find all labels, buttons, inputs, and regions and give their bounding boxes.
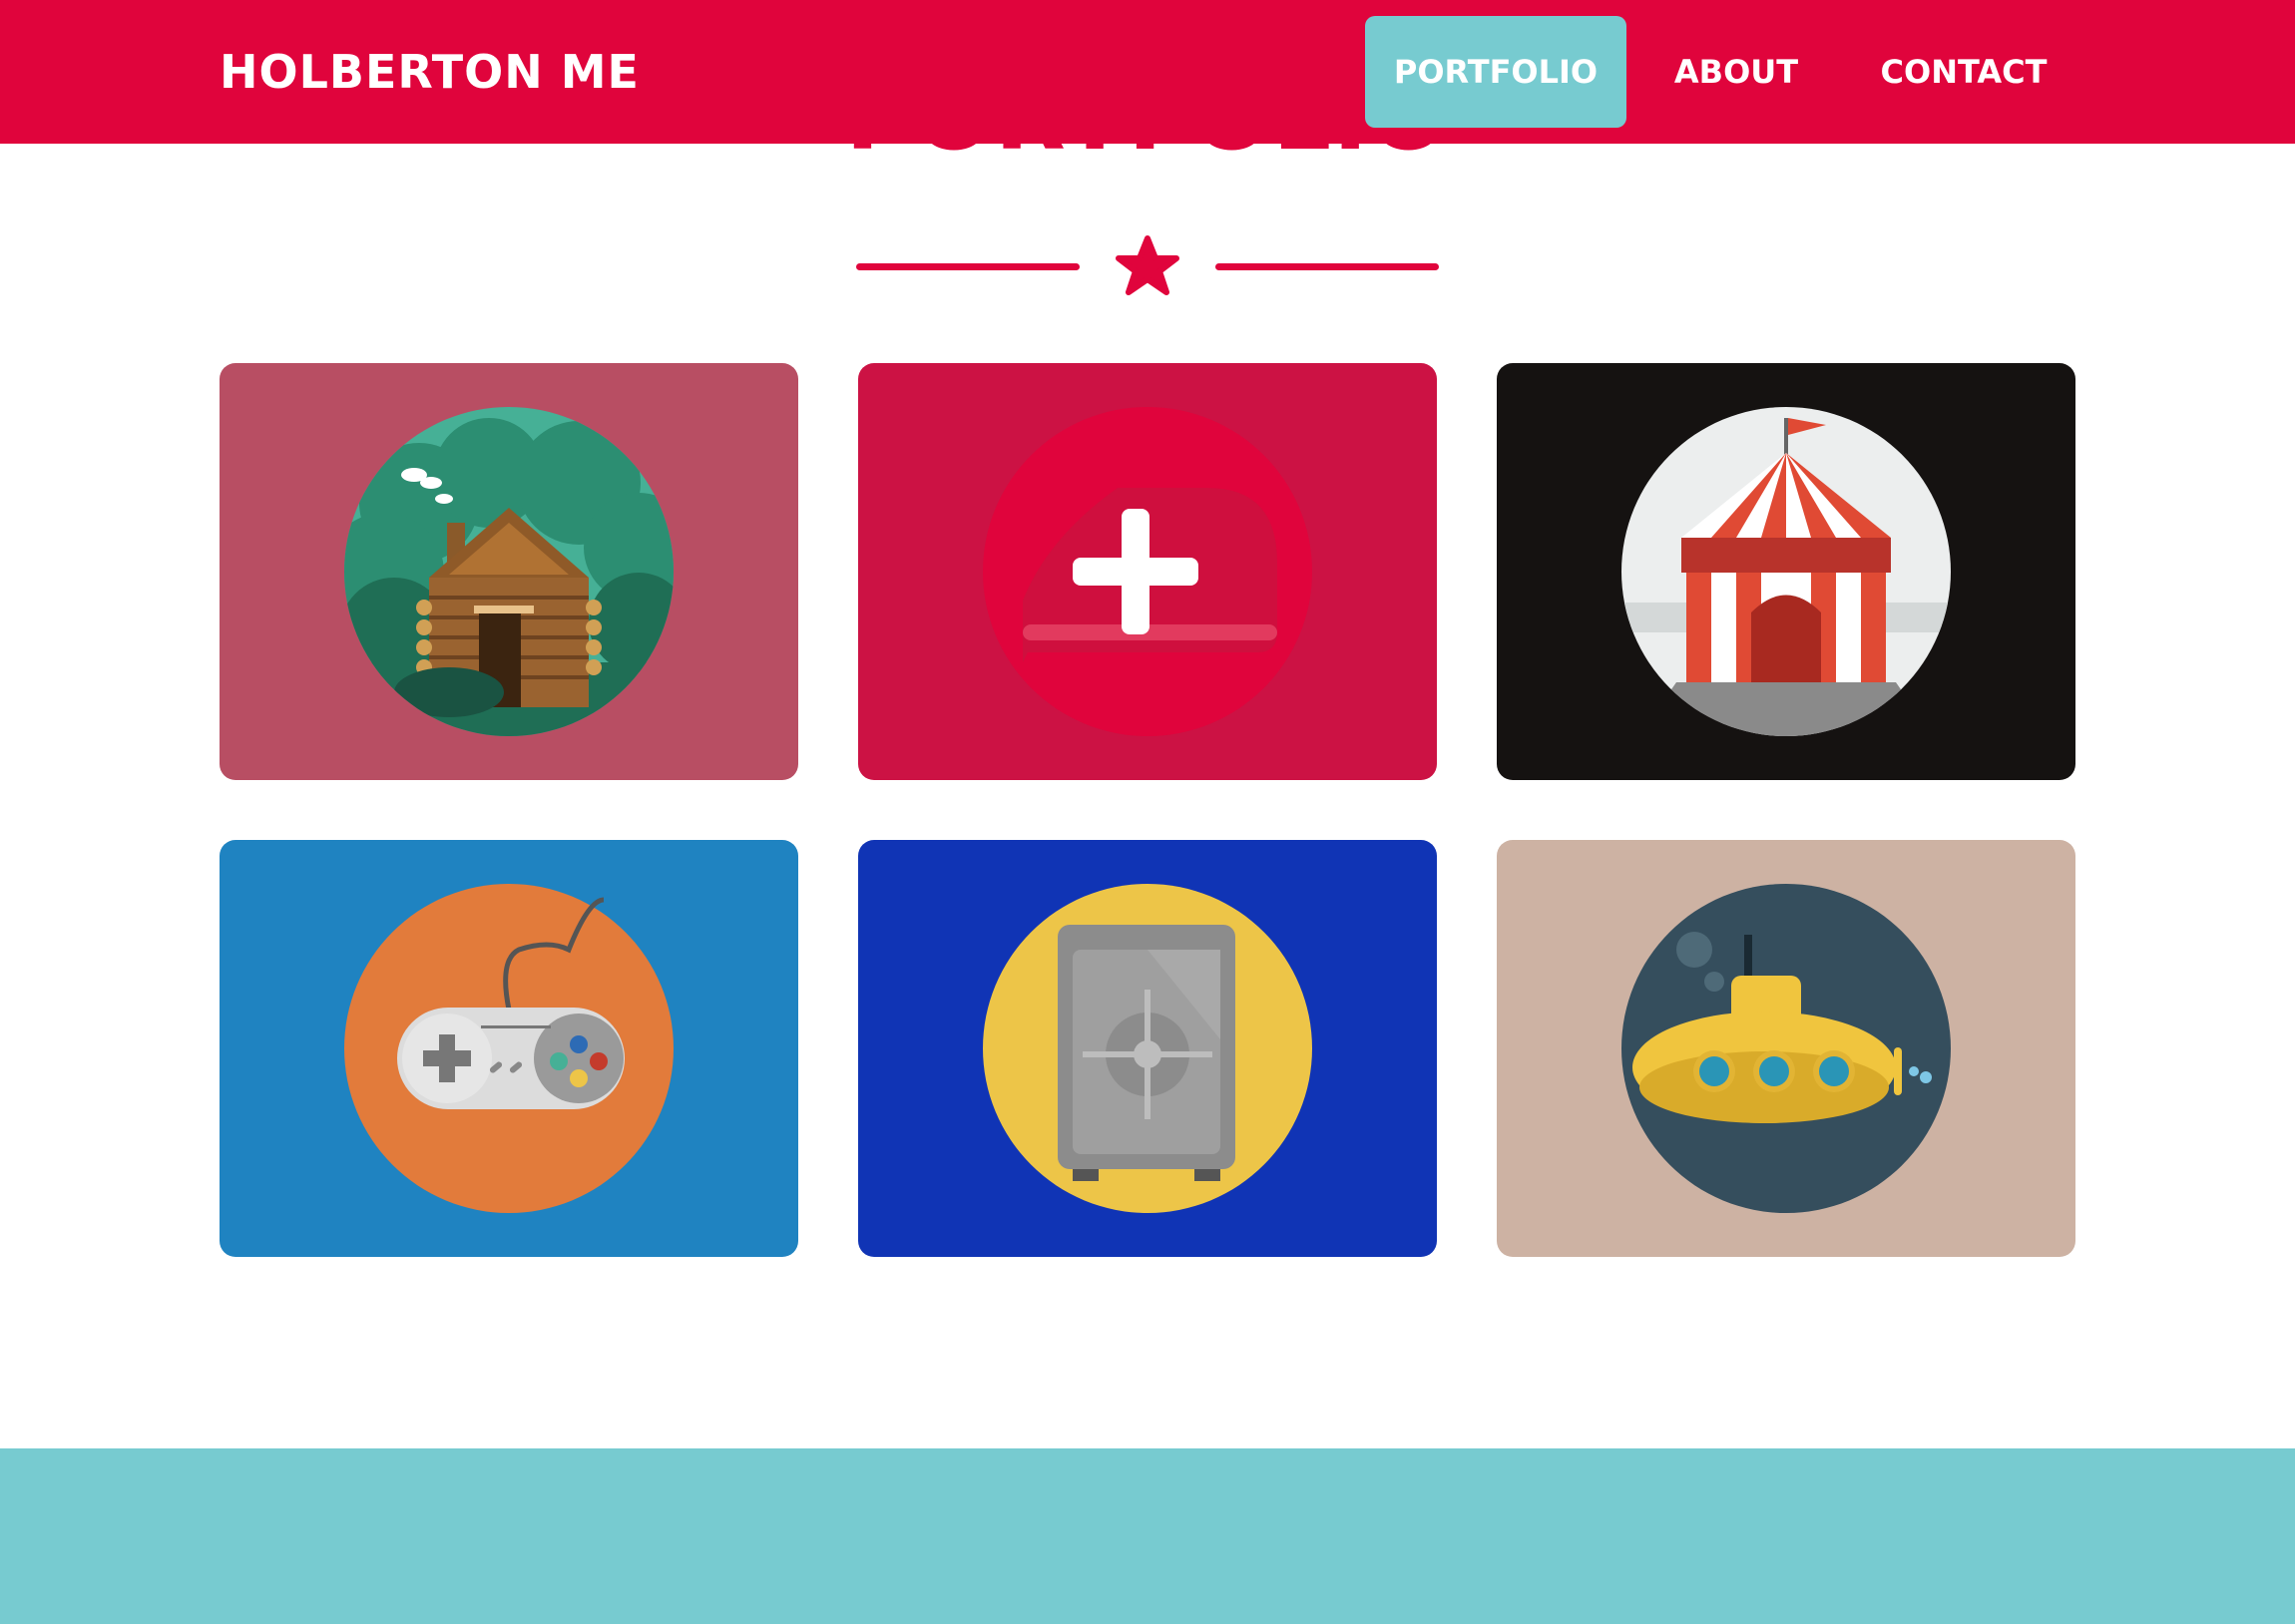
nav-link-contact[interactable]: CONTACT [1854,16,2073,128]
portfolio-item-submarine[interactable] [1497,840,2075,1257]
portfolio-item-circus[interactable] [1497,363,2075,780]
portfolio-item-safe[interactable] [858,840,1437,1257]
divider-line-left [856,263,1080,270]
nav-link-about[interactable]: ABOUT [1636,16,1836,128]
section-divider [856,235,1439,295]
brand-link[interactable]: HOLBERTON ME [220,40,640,104]
nav-link-portfolio[interactable]: PORTFOLIO [1365,16,1626,128]
log-cabin-icon [220,363,798,780]
portfolio-item-cabin[interactable] [220,363,798,780]
submarine-icon [1497,840,2075,1257]
health-plus-icon [858,363,1437,780]
circus-tent-icon [1497,363,2075,780]
safe-icon [858,840,1437,1257]
portfolio-item-game[interactable] [220,840,798,1257]
navbar: HOLBERTON ME PORTFOLIO ABOUT CONTACT [0,0,2295,144]
footer [0,1448,2295,1624]
divider-line-right [1215,263,1439,270]
game-controller-icon [220,840,798,1257]
star-icon [1116,235,1179,295]
portfolio-item-health[interactable] [858,363,1437,780]
